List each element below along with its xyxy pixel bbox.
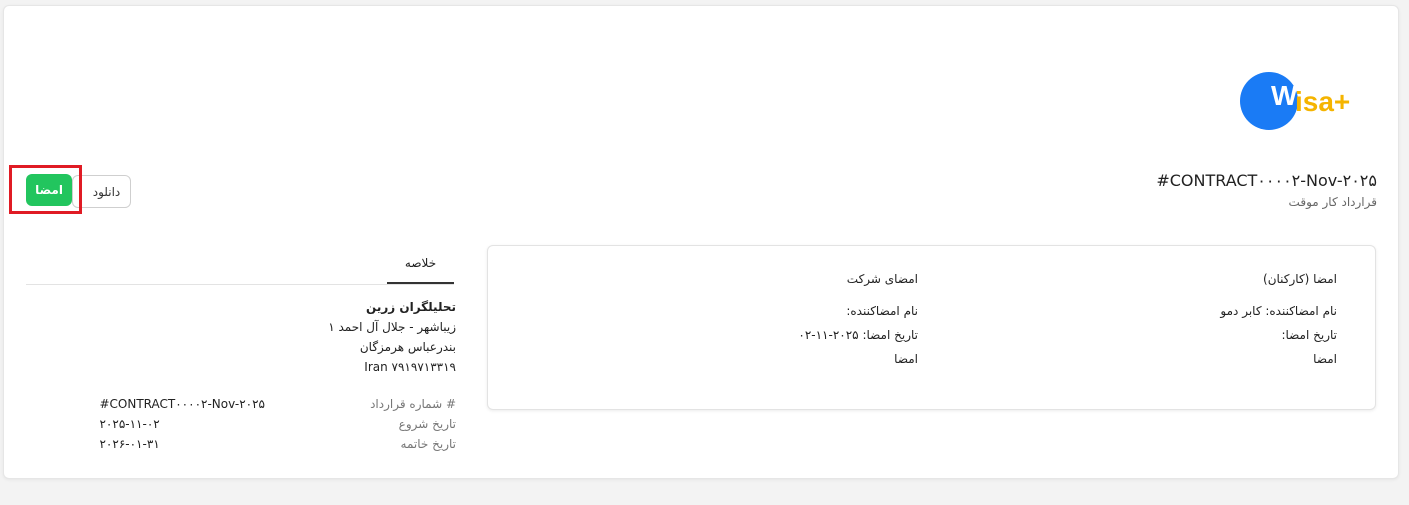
summary-values: #CONTRACT۰۰۰۰۲-Nov-۲۰۲۵ ۲۰۲۵-۱۱-۰۲ ۲۰۲۶-… xyxy=(99,397,265,457)
employee-signer-name: نام امضاکننده: کابر دمو xyxy=(1220,304,1337,318)
start-date-value: ۲۰۲۵-۱۱-۰۲ xyxy=(99,417,160,431)
sign-button[interactable]: امضا xyxy=(26,174,72,206)
tab-divider xyxy=(26,284,454,285)
company-address: تحلیلگران زرین زیباشهر - جلال آل احمد ۱ … xyxy=(328,300,456,380)
contract-title: #CONTRACT۰۰۰۰۲-Nov-۲۰۲۵ xyxy=(1156,171,1377,190)
logo-text: isa+ xyxy=(1295,86,1351,117)
logo-letter: W xyxy=(1271,80,1298,111)
end-date-value: ۲۰۲۶-۰۱-۳۱ xyxy=(99,437,160,451)
employee-signature: امضا (کارکنان) نام امضاکننده: کابر دمو ت… xyxy=(1220,272,1337,376)
address-line-2: بندرعباس هرمزگان xyxy=(359,340,456,354)
contract-number-label: # شماره قرارداد xyxy=(370,397,456,411)
company-sign-date: تاریخ امضا: ۲۰۲۵-۱۱-۰۲ xyxy=(798,328,918,342)
company-signer-name: نام امضاکننده: xyxy=(846,304,918,318)
employee-sign-date: تاریخ امضا: xyxy=(1281,328,1337,342)
company-signature-heading: امضای شرکت xyxy=(846,272,918,286)
start-date-label: تاریخ شروع xyxy=(398,417,456,431)
employee-signature-value: امضا xyxy=(1313,352,1337,366)
address-line-1: زیباشهر - جلال آل احمد ۱ xyxy=(328,320,456,334)
tab-summary[interactable]: خلاصه xyxy=(387,254,454,284)
signatures-panel: امضا (کارکنان) نام امضاکننده: کابر دمو ت… xyxy=(487,245,1376,410)
company-signature-value: امضا xyxy=(894,352,918,366)
contract-number-value: #CONTRACT۰۰۰۰۲-Nov-۲۰۲۵ xyxy=(99,397,265,411)
brand-logo: W isa+ xyxy=(1240,72,1370,132)
employee-signature-heading: امضا (کارکنان) xyxy=(1263,272,1337,286)
address-line-3: Iran ۷۹۱۹۷۱۳۳۱۹ xyxy=(364,360,456,374)
contract-subtitle: قرارداد کار موقت xyxy=(1288,195,1377,209)
company-signature: امضای شرکت نام امضاکننده: تاریخ امضا: ۲۰… xyxy=(798,272,918,376)
summary-labels: # شماره قرارداد تاریخ شروع تاریخ خاتمه xyxy=(370,397,456,457)
company-name: تحلیلگران زرین xyxy=(366,300,456,314)
end-date-label: تاریخ خاتمه xyxy=(400,437,456,451)
